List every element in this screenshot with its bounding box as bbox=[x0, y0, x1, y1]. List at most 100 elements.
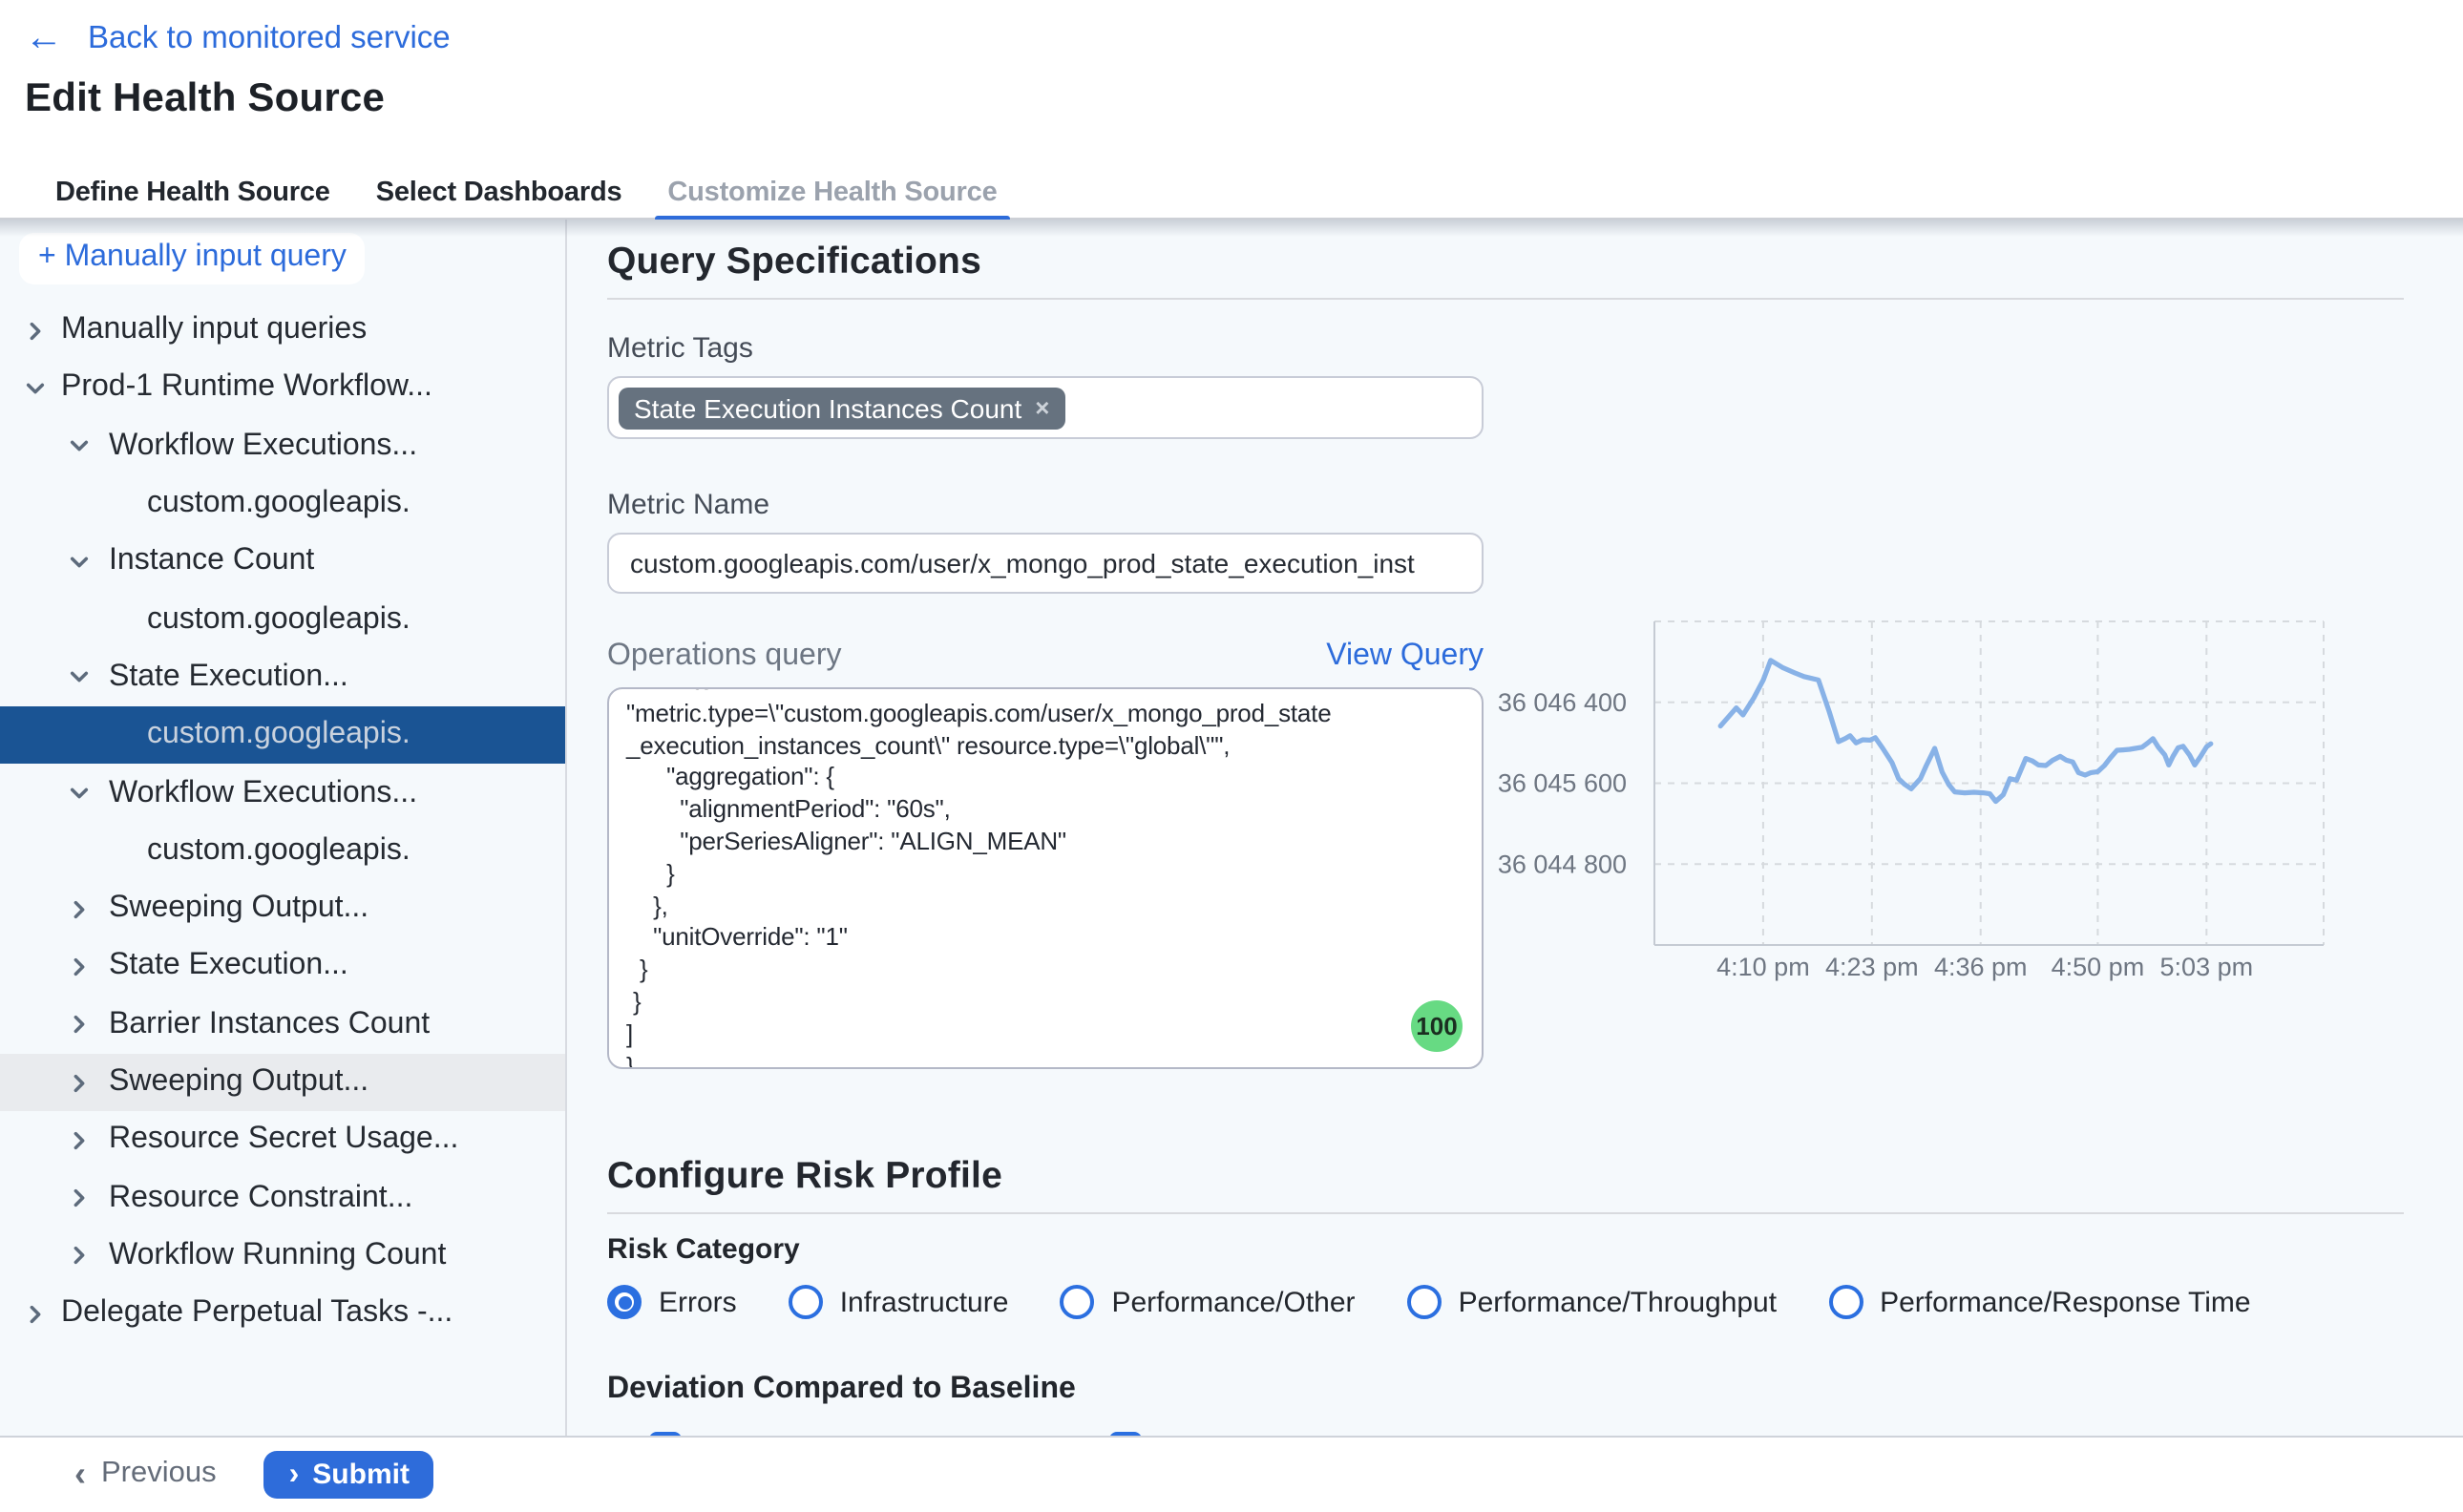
tree-item-label: Workflow Running Count bbox=[109, 1239, 446, 1273]
tree-item[interactable]: Prod-1 Runtime Workflow... bbox=[0, 360, 565, 418]
main-content: Query Specifications Metric Tags State E… bbox=[567, 220, 2463, 1435]
radio-label: Infrastructure bbox=[840, 1286, 1009, 1318]
chevron-down-icon[interactable] bbox=[69, 667, 90, 688]
chevron-right-icon[interactable] bbox=[25, 1303, 46, 1324]
section-query-specifications: Query Specifications Metric Tags State E… bbox=[607, 241, 2463, 1069]
body: + Manually input query Manually input qu… bbox=[0, 220, 2463, 1435]
operations-query-box[interactable]: "filter":"metric.type=\"custom.googleapi… bbox=[607, 687, 1484, 1069]
tree-item[interactable]: custom.googleapis.com bbox=[0, 822, 565, 880]
tree-item[interactable]: Resource Secret Usage... bbox=[0, 1111, 565, 1169]
tree-item-label: Workflow Executions... bbox=[109, 776, 417, 810]
view-query-link[interactable]: View Query bbox=[1326, 640, 1484, 674]
chart-line-series bbox=[1720, 661, 2211, 802]
chevron-right-icon[interactable] bbox=[69, 1246, 90, 1267]
radio-selected-icon[interactable] bbox=[607, 1285, 642, 1319]
tree-item[interactable]: custom.googleapis.com bbox=[0, 475, 565, 534]
chip-close-icon[interactable]: × bbox=[1035, 395, 1049, 420]
tree-item-label: custom.googleapis.com bbox=[147, 602, 410, 637]
previous-button-label: Previous bbox=[101, 1458, 217, 1492]
tree-item[interactable]: Barrier Instances Count bbox=[0, 996, 565, 1054]
tree-item-label: Sweeping Output... bbox=[109, 892, 368, 926]
add-query-button[interactable]: + Manually input query bbox=[19, 233, 366, 284]
metric-tags-label: Metric Tags bbox=[607, 332, 1484, 365]
tree-item[interactable]: Sweeping Output... bbox=[0, 880, 565, 938]
tree-item[interactable]: Instance Count bbox=[0, 533, 565, 591]
submit-button[interactable]: › Submit bbox=[264, 1451, 434, 1499]
sidebar: + Manually input query Manually input qu… bbox=[0, 220, 567, 1435]
tree-item[interactable]: Delegate Perpetual Tasks -... bbox=[0, 1285, 565, 1343]
radio-option[interactable]: Performance/Other bbox=[1060, 1285, 1355, 1319]
tree-item[interactable]: Resource Constraint... bbox=[0, 1169, 565, 1228]
radio-option[interactable]: Performance/Response Time bbox=[1828, 1285, 2251, 1319]
back-link[interactable]: ← Back to monitored service bbox=[25, 19, 451, 57]
tab-select-dashboards[interactable]: Select Dashboards bbox=[376, 168, 622, 218]
tree-item-label: Instance Count bbox=[109, 545, 314, 579]
tree-item[interactable]: Workflow Executions... bbox=[0, 417, 565, 475]
previous-button[interactable]: ‹ Previous bbox=[74, 1458, 217, 1492]
back-arrow-icon: ← bbox=[25, 19, 63, 57]
tree-item[interactable]: State Execution... bbox=[0, 938, 565, 997]
metric-name-input[interactable] bbox=[607, 533, 1484, 594]
section-configure-risk-profile: Configure Risk Profile Risk Category Err… bbox=[607, 1155, 2463, 1435]
metric-tags-box[interactable]: State Execution Instances Count × bbox=[607, 376, 1484, 439]
section-divider bbox=[607, 1212, 2404, 1214]
metric-tag-chip[interactable]: State Execution Instances Count × bbox=[619, 387, 1064, 429]
chevron-down-icon[interactable] bbox=[69, 783, 90, 804]
tree-item-label: State Execution... bbox=[109, 950, 348, 984]
tree-item[interactable]: custom.googleapis.com bbox=[0, 706, 565, 765]
tab-bar: Define Health Source Select Dashboards C… bbox=[0, 168, 2463, 220]
chevron-down-icon[interactable] bbox=[25, 378, 46, 399]
section-divider bbox=[607, 298, 2404, 300]
chevron-down-icon[interactable] bbox=[69, 435, 90, 456]
radio-option[interactable]: Performance/Throughput bbox=[1407, 1285, 1778, 1319]
radio-icon[interactable] bbox=[1828, 1285, 1863, 1319]
tree-item[interactable]: Workflow Running Count bbox=[0, 1228, 565, 1286]
tab-define-health-source[interactable]: Define Health Source bbox=[55, 168, 330, 218]
radio-option[interactable]: Errors bbox=[607, 1285, 737, 1319]
chevron-right-icon[interactable] bbox=[69, 898, 90, 919]
radio-icon[interactable] bbox=[1407, 1285, 1442, 1319]
chevron-down-icon[interactable] bbox=[69, 552, 90, 573]
risk-category-radio-group: Errors Infrastructure Performance/Other Per… bbox=[607, 1285, 2463, 1319]
svg-text:4:23 pm: 4:23 pm bbox=[1825, 953, 1919, 981]
svg-text:5:03 pm: 5:03 pm bbox=[2160, 953, 2254, 981]
chevron-right-icon[interactable] bbox=[25, 320, 46, 341]
chevron-left-icon: ‹ bbox=[74, 1460, 86, 1489]
metric-chart: 36 046 40036 045 60036 044 8004:10 pm4:2… bbox=[1489, 599, 2348, 991]
chevron-right-icon[interactable] bbox=[69, 1187, 90, 1208]
metric-tag-label: State Execution Instances Count bbox=[634, 392, 1021, 423]
radio-label: Performance/Response Time bbox=[1880, 1286, 2251, 1318]
svg-text:4:10 pm: 4:10 pm bbox=[1716, 953, 1810, 981]
tree-item-label: Prod-1 Runtime Workflow... bbox=[61, 371, 432, 406]
chevron-right-icon[interactable] bbox=[69, 956, 90, 977]
chevron-right-icon[interactable] bbox=[69, 1014, 90, 1035]
radio-icon[interactable] bbox=[1060, 1285, 1094, 1319]
chevron-right-icon[interactable] bbox=[69, 1072, 90, 1093]
configure-risk-profile-title: Configure Risk Profile bbox=[607, 1155, 2463, 1199]
svg-text:36 046 400: 36 046 400 bbox=[1498, 688, 1627, 717]
radio-label: Errors bbox=[659, 1286, 737, 1318]
tree-item-label: Resource Constraint... bbox=[109, 1181, 412, 1215]
operations-query-row: Operations query View Query bbox=[607, 640, 1484, 674]
tree-item[interactable]: State Execution... bbox=[0, 649, 565, 707]
footer: ‹ Previous › Submit bbox=[0, 1435, 2463, 1512]
tree-item-label: Barrier Instances Count bbox=[109, 1007, 430, 1041]
page-header: ← Back to monitored service Edit Health … bbox=[0, 0, 2463, 168]
tree-item[interactable]: custom.googleapis.com bbox=[0, 591, 565, 649]
svg-text:4:36 pm: 4:36 pm bbox=[1934, 953, 2028, 981]
risk-category-label: Risk Category bbox=[607, 1233, 2463, 1266]
tab-customize-health-source[interactable]: Customize Health Source bbox=[667, 168, 997, 218]
radio-option[interactable]: Infrastructure bbox=[789, 1285, 1009, 1319]
tree-item[interactable]: Manually input queries bbox=[0, 302, 565, 360]
metric-name-label: Metric Name bbox=[607, 489, 1484, 521]
deviation-label: Deviation Compared to Baseline bbox=[607, 1373, 2463, 1407]
metric-sparkline-svg: 36 046 40036 045 60036 044 8004:10 pm4:2… bbox=[1489, 599, 2348, 991]
tree-item[interactable]: Workflow Executions... bbox=[0, 765, 565, 823]
submit-button-label: Submit bbox=[312, 1459, 410, 1491]
query-specifications-title: Query Specifications bbox=[607, 241, 2463, 284]
svg-text:36 045 600: 36 045 600 bbox=[1498, 769, 1627, 798]
radio-icon[interactable] bbox=[789, 1285, 823, 1319]
back-link-label: Back to monitored service bbox=[88, 20, 451, 56]
chevron-right-icon[interactable] bbox=[69, 1130, 90, 1151]
tree-item[interactable]: Sweeping Output... bbox=[0, 1054, 565, 1112]
